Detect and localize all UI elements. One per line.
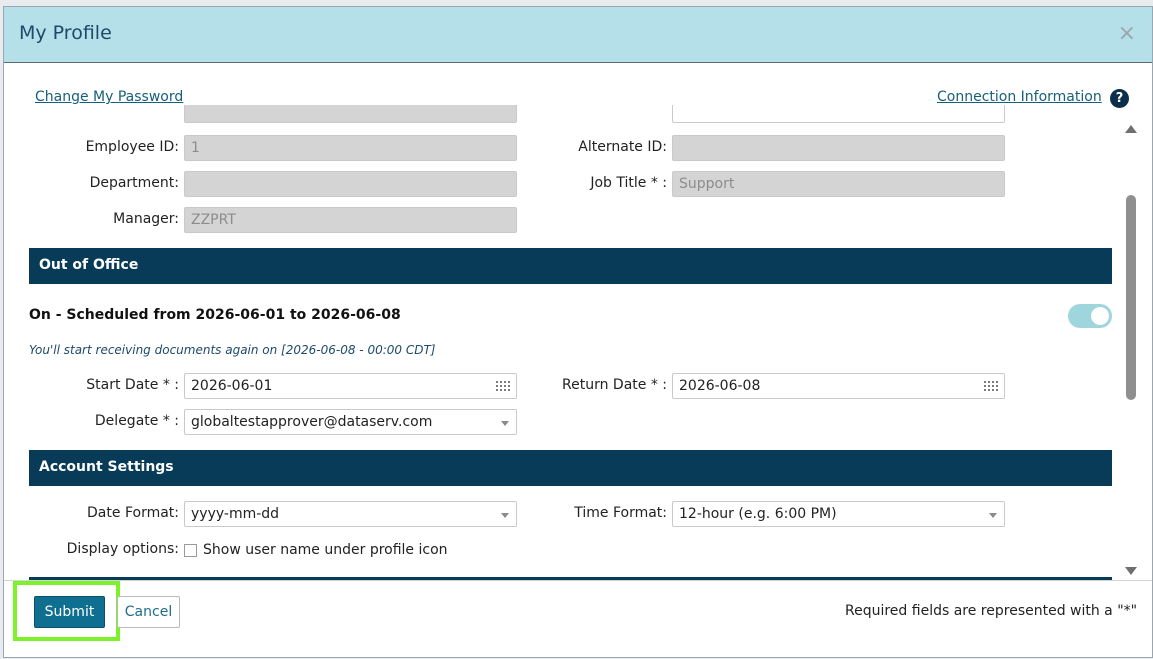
delegate-select[interactable]: globaltestapprover@dataserv.com — [184, 409, 517, 435]
display-options-label: Display options: — [66, 541, 179, 557]
scrolled-field-right — [672, 105, 1005, 125]
out-of-office-header: Out of Office — [29, 248, 1112, 284]
scroll-down-icon[interactable] — [1125, 567, 1137, 575]
footer-divider — [4, 580, 1152, 581]
start-date-input[interactable]: 2026-06-01 — [184, 373, 517, 399]
calendar-icon[interactable] — [496, 381, 510, 393]
manager-label: Manager: — [113, 211, 179, 227]
time-format-label: Time Format: — [574, 505, 667, 521]
employee-id-field: 1 — [184, 135, 517, 161]
return-date-input[interactable]: 2026-06-08 — [672, 373, 1005, 399]
scrollbar-thumb[interactable] — [1126, 195, 1136, 400]
department-field — [184, 171, 517, 197]
employee-id-label: Employee ID: — [85, 139, 179, 155]
required-fields-note: Required fields are represented with a "… — [845, 603, 1138, 619]
job-title-field: Support — [672, 171, 1005, 197]
out-of-office-note: You'll start receiving documents again o… — [29, 343, 436, 357]
date-format-label: Date Format: — [87, 505, 179, 521]
show-username-checkbox[interactable] — [184, 543, 197, 557]
time-format-select[interactable]: 12-hour (e.g. 6:00 PM) — [672, 501, 1005, 527]
alternate-id-label: Alternate ID: — [578, 139, 667, 155]
start-date-label: Start Date * : — [86, 377, 179, 393]
account-settings-header: Account Settings — [29, 450, 1112, 486]
modal-header: My Profile × — [4, 7, 1152, 63]
scroll-up-icon[interactable] — [1125, 125, 1137, 133]
connection-information-link[interactable]: Connection Information — [937, 89, 1102, 105]
show-username-checkbox-label: Show user name under profile icon — [203, 542, 448, 558]
close-icon[interactable]: × — [1118, 21, 1136, 46]
cancel-button[interactable]: Cancel — [117, 596, 180, 628]
return-date-value: 2026-06-08 — [679, 378, 761, 394]
scrolled-field-left — [184, 105, 517, 125]
delegate-label: Delegate * : — [94, 413, 179, 429]
change-password-link[interactable]: Change My Password — [35, 89, 183, 105]
date-format-select[interactable]: yyyy-mm-dd — [184, 501, 517, 527]
display-options-checkbox-row[interactable]: Show user name under profile icon — [184, 542, 448, 558]
alternate-id-field — [672, 135, 1005, 161]
out-of-office-status: On - Scheduled from 2026-06-01 to 2026-0… — [29, 307, 401, 323]
department-label: Department: — [89, 175, 179, 191]
modal-title: My Profile — [19, 22, 112, 44]
help-icon[interactable]: ? — [1110, 89, 1129, 108]
profile-modal: My Profile × Change My Password Connecti… — [3, 6, 1153, 658]
return-date-label: Return Date * : — [562, 377, 667, 393]
submit-button[interactable]: Submit — [34, 596, 105, 628]
calendar-icon[interactable] — [984, 381, 998, 393]
job-title-label: Job Title * : — [590, 175, 667, 191]
out-of-office-toggle[interactable] — [1068, 304, 1112, 328]
start-date-value: 2026-06-01 — [191, 378, 273, 394]
manager-field: ZZPRT — [184, 207, 517, 233]
